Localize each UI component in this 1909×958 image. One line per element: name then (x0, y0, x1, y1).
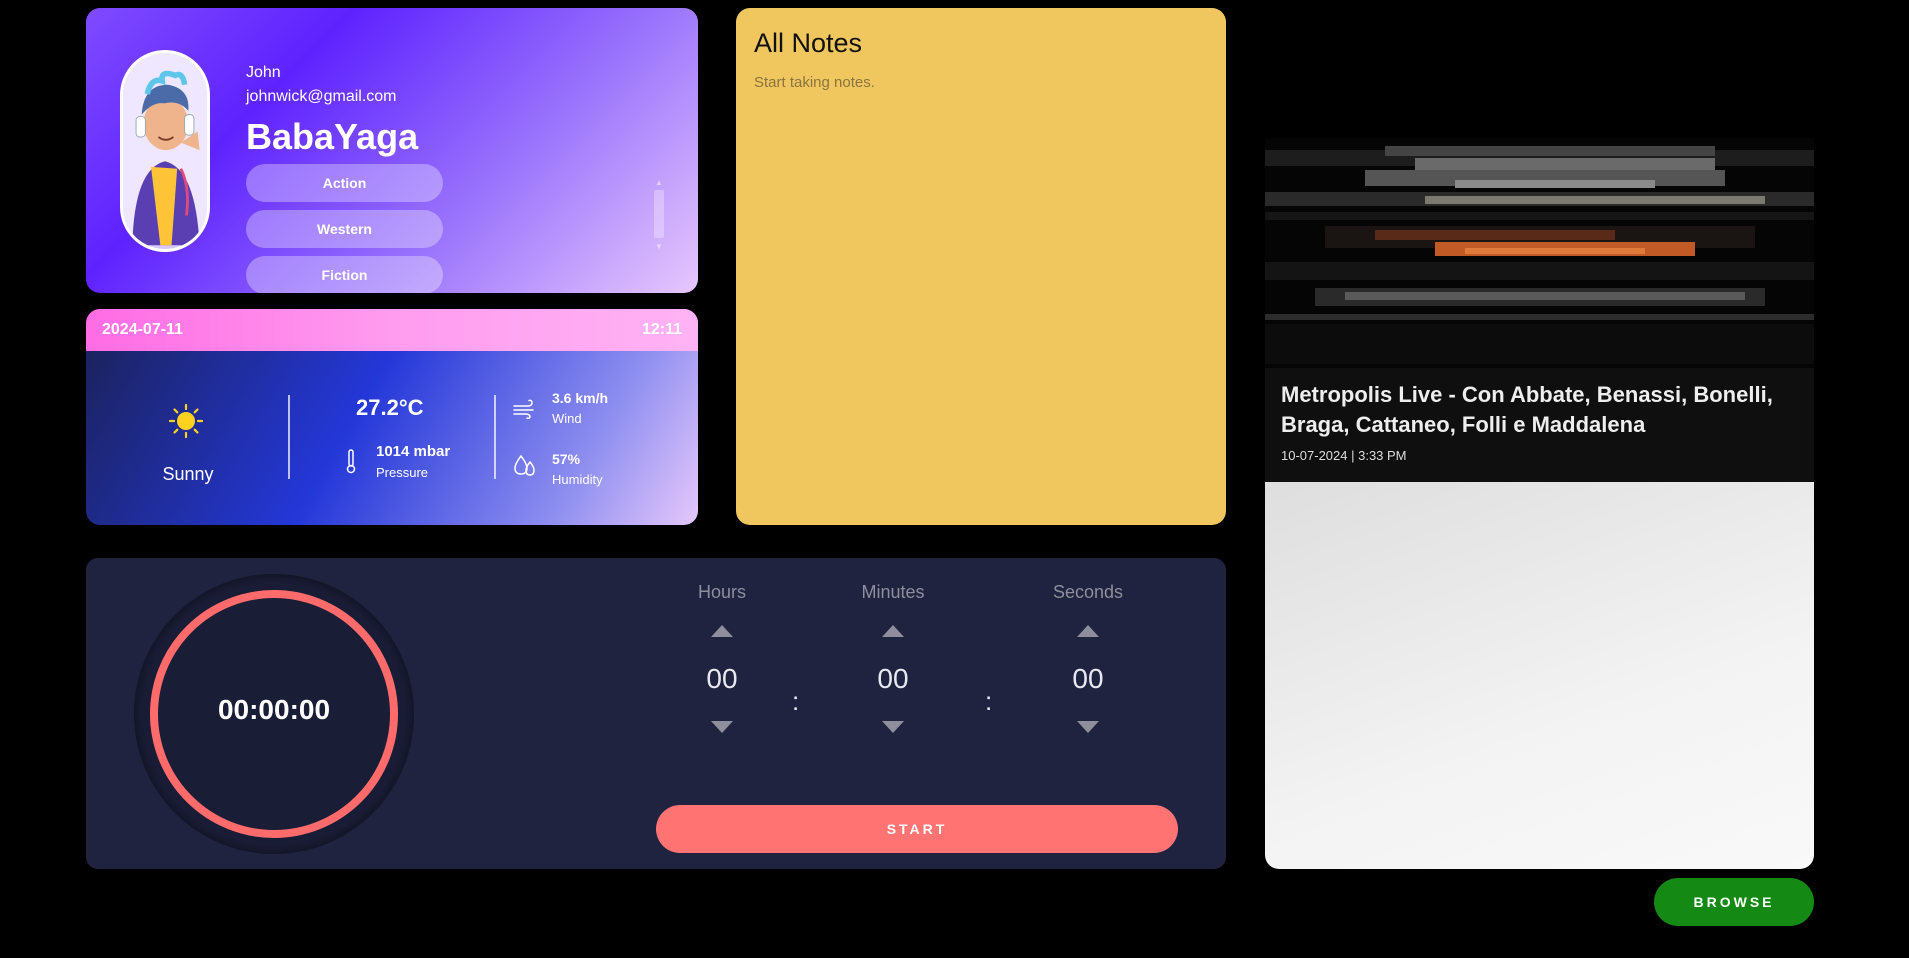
weather-header: 2024-07-11 12:11 (86, 309, 698, 351)
wind-value: 3.6 km/h (552, 390, 609, 406)
notes-title: All Notes (754, 28, 863, 58)
hours-label: Hours (697, 582, 746, 602)
notes-input[interactable] (754, 74, 1204, 504)
news-caption: Metropolis Live - Con Abbate, Benassi, B… (1265, 368, 1814, 482)
news-title[interactable]: Metropolis Live - Con Abbate, Benassi, B… (1281, 380, 1801, 440)
seconds-column: Seconds 00 (1028, 582, 1148, 733)
genre-chip-fiction[interactable]: Fiction (246, 256, 443, 293)
news-thumbnail[interactable] (1265, 138, 1814, 368)
minutes-label: Minutes (861, 582, 925, 602)
weather-temperature: 27.2°C (356, 395, 424, 420)
browse-button[interactable]: BROWSE (1654, 878, 1814, 926)
profile-email: johnwick@gmail.com (246, 88, 397, 105)
news-body (1265, 482, 1814, 869)
weather-condition: Sunny (162, 464, 214, 484)
genre-scrollbar[interactable]: ▲ ▼ (652, 178, 664, 252)
avatar (120, 50, 210, 252)
timer-display: 00:00:00 (217, 694, 331, 725)
seconds-label: Seconds (1052, 582, 1124, 602)
timer-dial: 00:00:00 (134, 574, 414, 854)
news-card[interactable]: Metropolis Live - Con Abbate, Benassi, B… (1265, 138, 1814, 869)
avatar-illustration (123, 56, 207, 246)
profile-card: John johnwick@gmail.com BabaYaga Action … (86, 8, 698, 293)
weather-time: 12:11 (641, 321, 682, 338)
pressure-value: 1014 mbar (376, 443, 451, 460)
time-separator: : (792, 686, 800, 716)
wind-label: Wind (552, 411, 582, 426)
weather-date: 2024-07-11 (102, 321, 183, 338)
wind-icon (513, 399, 534, 419)
news-image (1265, 138, 1814, 368)
hours-up-arrow-icon[interactable] (711, 625, 733, 637)
hours-column: Hours 00 (662, 582, 782, 733)
scroll-up-icon[interactable]: ▲ (655, 178, 663, 187)
minutes-value[interactable]: 00 (833, 663, 953, 695)
minutes-up-arrow-icon[interactable] (882, 625, 904, 637)
divider (494, 395, 496, 479)
humidity-icon (514, 454, 535, 476)
sun-icon (168, 403, 204, 439)
genre-chip-list: Action Western Fiction (246, 164, 646, 293)
genre-chip-action[interactable]: Action (246, 164, 443, 202)
genre-chip-western[interactable]: Western (246, 210, 443, 248)
notes-card: All Notes (736, 8, 1226, 525)
profile-name: John (246, 64, 281, 81)
scroll-down-icon[interactable]: ▼ (655, 242, 663, 251)
minutes-column: Minutes 00 (833, 582, 953, 733)
scrollbar-thumb[interactable] (654, 190, 664, 238)
timer-card: 00:00:00 Hours 00 : Minutes 00 : Seconds… (86, 558, 1226, 869)
start-button[interactable]: START (656, 805, 1178, 853)
hours-down-arrow-icon[interactable] (711, 721, 733, 733)
humidity-label: Humidity (552, 472, 603, 487)
hours-value[interactable]: 00 (662, 663, 782, 695)
news-date: 10-07-2024 | 3:33 PM (1281, 448, 1407, 463)
pressure-label: Pressure (376, 465, 429, 480)
minutes-down-arrow-icon[interactable] (882, 721, 904, 733)
humidity-value: 57% (552, 451, 581, 467)
thermometer-icon (346, 449, 356, 474)
profile-nickname: BabaYaga (246, 116, 419, 157)
divider (288, 395, 290, 479)
weather-card: 2024-07-11 12:11 Sunny 27.2°C 1014 mbar … (86, 309, 698, 525)
seconds-down-arrow-icon[interactable] (1077, 721, 1099, 733)
seconds-up-arrow-icon[interactable] (1077, 625, 1099, 637)
seconds-value[interactable]: 00 (1028, 663, 1148, 695)
time-separator: : (985, 686, 993, 716)
